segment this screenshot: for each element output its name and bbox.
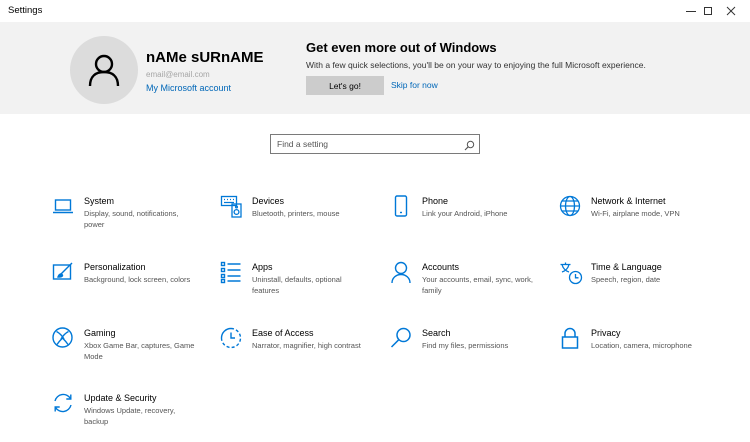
magnifier-icon (390, 327, 414, 351)
user-icon (88, 54, 120, 87)
category-search[interactable]: Search Find my files, permissions (390, 327, 550, 377)
category-description: Bluetooth, printers, mouse (252, 209, 340, 218)
search-placeholder: Find a setting (277, 139, 329, 149)
category-description: Wi-Fi, airplane mode, VPN (591, 209, 680, 218)
promo-description: With a few quick selections, you'll be o… (306, 60, 646, 70)
category-description: Speech, region, date (591, 275, 661, 284)
person-icon (390, 261, 414, 285)
apps-list-icon (220, 261, 244, 285)
category-time-language[interactable]: Time & Language Speech, region, date (559, 261, 719, 311)
category-apps[interactable]: Apps Uninstall, defaults, optional featu… (220, 261, 380, 311)
category-update-security[interactable]: Update & Security Windows Update, recove… (52, 392, 212, 442)
category-title: Update & Security (84, 393, 157, 403)
phone-icon (390, 195, 414, 219)
category-title: Gaming (84, 328, 116, 338)
category-description: Link your Android, iPhone (422, 209, 508, 218)
category-title: Ease of Access (252, 328, 314, 338)
skip-for-now-link[interactable]: Skip for now (391, 80, 438, 90)
paintbrush-icon (52, 261, 76, 285)
close-icon (726, 6, 736, 16)
category-title: Privacy (591, 328, 621, 338)
sync-arrows-icon (52, 392, 76, 416)
category-title: Personalization (84, 262, 146, 272)
category-ease-of-access[interactable]: Ease of Access Narrator, magnifier, high… (220, 327, 380, 377)
category-accounts[interactable]: Accounts Your accounts, email, sync, wor… (390, 261, 550, 311)
category-description: Windows Update, recovery, backup (84, 406, 176, 426)
category-title: System (84, 196, 115, 206)
category-description: Narrator, magnifier, high contrast (252, 341, 361, 350)
account-name: nAMe sURnAME (146, 49, 264, 66)
account-email: email@email.com (146, 70, 210, 79)
category-gaming[interactable]: Gaming Xbox Game Bar, captures, Game Mod… (52, 327, 212, 377)
ease-of-access-icon (220, 327, 244, 351)
category-title: Accounts (422, 262, 460, 272)
microsoft-account-link[interactable]: My Microsoft account (146, 83, 231, 93)
lock-icon (559, 327, 583, 351)
promo-title: Get even more out of Windows (306, 40, 497, 55)
category-description: Uninstall, defaults, optional features (252, 275, 342, 295)
category-title: Network & Internet (591, 196, 666, 206)
title-bar: Settings (0, 0, 750, 22)
category-system[interactable]: System Display, sound, notifications, po… (52, 195, 212, 245)
close-button[interactable] (717, 0, 745, 22)
category-title: Phone (422, 196, 449, 206)
category-description: Background, lock screen, colors (84, 275, 191, 284)
category-title: Time & Language (591, 262, 662, 272)
xbox-icon (52, 327, 76, 351)
category-description: Your accounts, email, sync, work, family (422, 275, 534, 295)
category-phone[interactable]: Phone Link your Android, iPhone (390, 195, 550, 245)
keyboard-speaker-icon (220, 195, 244, 219)
category-personalization[interactable]: Personalization Background, lock screen,… (52, 261, 212, 311)
category-title: Search (422, 328, 451, 338)
category-description: Xbox Game Bar, captures, Game Mode (84, 341, 195, 361)
avatar[interactable] (70, 36, 138, 104)
account-banner: nAMe sURnAME email@email.com My Microsof… (0, 22, 750, 114)
category-description: Location, camera, microphone (591, 341, 692, 350)
category-description: Find my files, permissions (422, 341, 509, 350)
globe-icon (559, 195, 583, 219)
lets-go-button[interactable]: Let's go! (306, 76, 384, 95)
category-title: Apps (252, 262, 273, 272)
category-network-internet[interactable]: Network & Internet Wi-Fi, airplane mode,… (559, 195, 719, 245)
maximize-icon (704, 7, 712, 15)
category-privacy[interactable]: Privacy Location, camera, microphone (559, 327, 719, 377)
time-language-icon (559, 261, 583, 285)
window-title: Settings (8, 5, 43, 16)
search-input[interactable]: Find a setting (270, 134, 480, 154)
laptop-icon (52, 195, 76, 219)
category-devices[interactable]: Devices Bluetooth, printers, mouse (220, 195, 380, 245)
search-icon[interactable] (464, 138, 475, 156)
category-title: Devices (252, 196, 285, 206)
category-description: Display, sound, notifications, power (84, 209, 179, 229)
